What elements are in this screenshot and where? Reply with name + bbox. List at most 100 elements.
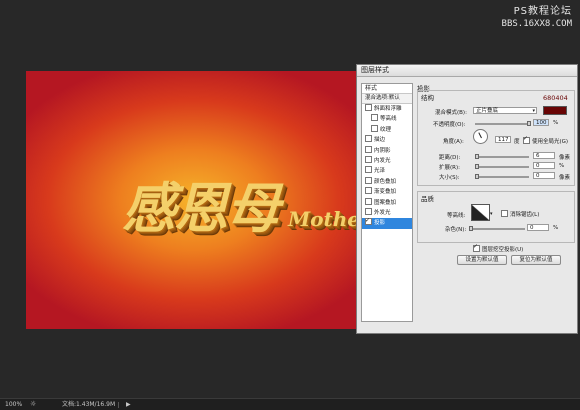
watermark-title: PS教程论坛 (513, 6, 572, 17)
styles-list: 样式 混合选项:默认 斜面和浮雕等高线纹理描边内阴影内发光光泽 颜色叠加渐变叠加图… (361, 83, 413, 322)
checkbox-unchecked-icon[interactable] (365, 176, 372, 184)
distance-slider-knob[interactable] (475, 154, 479, 159)
contour-label: 等高线: (447, 213, 466, 219)
noise-label: 杂色(N): (445, 227, 467, 233)
style-item[interactable]: 纹理 (362, 124, 412, 135)
style-item-label: 描边 (374, 137, 386, 144)
checkbox-unchecked-icon[interactable] (371, 124, 378, 132)
distance-slider[interactable] (475, 154, 529, 159)
checkbox-unchecked-icon[interactable] (365, 197, 372, 205)
style-item[interactable]: 等高线 (362, 114, 412, 124)
status-menu-arrow-icon[interactable]: ▶ (126, 399, 131, 410)
status-divider (118, 402, 119, 408)
style-item[interactable]: 渐变叠加 (362, 187, 412, 197)
spread-slider[interactable] (475, 164, 529, 169)
structure-title: 结构 (421, 94, 434, 102)
style-item-label: 斜面和浮雕 (374, 106, 402, 112)
checkbox-checked-icon[interactable] (365, 216, 372, 227)
angle-input[interactable]: 117 (495, 136, 511, 143)
style-item-label: 等高线 (380, 116, 397, 123)
reset-default-button[interactable]: 复位为默认值 (511, 255, 561, 265)
checkbox-unchecked-icon[interactable] (365, 187, 372, 195)
quality-title: 品质 (421, 195, 434, 203)
distance-input[interactable]: 6 (533, 152, 555, 159)
style-item[interactable]: 图案叠加 (362, 197, 412, 208)
checkbox-unchecked-icon[interactable] (371, 114, 378, 122)
spread-slider-knob[interactable] (475, 164, 479, 169)
contour-picker[interactable] (471, 204, 490, 221)
blend-options-item[interactable]: 混合选项:默认 (362, 94, 412, 104)
watermark-url: BBS.16XX8.COM (501, 19, 572, 29)
style-item-label: 图案叠加 (374, 199, 397, 206)
artwork-title-text: 感恩母 (122, 176, 280, 240)
style-item-label: 内发光 (374, 157, 391, 164)
checkbox-unchecked-icon[interactable] (365, 166, 372, 174)
status-bar: 100% ☼ 文档:1.43M/16.9M ▶ (0, 398, 580, 410)
shadow-color-swatch[interactable] (543, 106, 567, 115)
style-item[interactable]: 颜色叠加 (362, 176, 412, 187)
spread-unit: % (559, 163, 565, 169)
checkbox-unchecked-icon (501, 210, 508, 217)
angle-label: 角度(A): (443, 139, 464, 145)
opacity-unit: % (553, 120, 559, 126)
noise-input[interactable]: 0 (527, 224, 549, 231)
style-item-label: 纹理 (380, 126, 392, 133)
blend-mode-label: 混合模式(B): (435, 110, 467, 116)
opacity-input[interactable]: 100 (533, 119, 549, 126)
checkbox-unchecked-icon[interactable] (365, 207, 372, 215)
size-slider-knob[interactable] (475, 174, 479, 179)
global-light-checkbox[interactable]: 使用全局光(G) (523, 135, 569, 145)
style-item-label: 渐变叠加 (374, 189, 397, 196)
noise-slider-knob[interactable] (469, 226, 473, 231)
zoom-level[interactable]: 100% (5, 399, 22, 410)
knockout-label: 图层挖空投影(U) (482, 247, 524, 253)
contour-preview-icon (472, 205, 489, 220)
spread-input[interactable]: 0 (533, 162, 555, 169)
global-light-label: 使用全局光(G) (532, 139, 569, 145)
style-item[interactable]: 投影 (362, 216, 412, 229)
angle-unit: 度 (514, 139, 520, 145)
blend-mode-select[interactable]: 正片叠底 ▾ (473, 107, 537, 114)
checkbox-unchecked-icon[interactable] (365, 145, 372, 153)
document-size: 文档:1.43M/16.9M (62, 401, 116, 408)
noise-slider[interactable] (469, 226, 525, 231)
make-default-button[interactable]: 设置为默认值 (457, 255, 507, 265)
forum-watermark: PS教程论坛 BBS.16XX8.COM (502, 5, 572, 31)
quality-group (417, 191, 575, 243)
styles-header[interactable]: 样式 (362, 84, 412, 94)
style-item[interactable]: 斜面和浮雕 (362, 104, 412, 114)
style-item-label: 内阴影 (374, 147, 391, 154)
layer-style-dialog: 图层样式 样式 混合选项:默认 斜面和浮雕等高线纹理描边内阴影内发光光泽 颜色叠加… (356, 64, 578, 334)
dialog-title[interactable]: 图层样式 (357, 65, 577, 77)
checkbox-unchecked-icon[interactable] (365, 155, 372, 163)
spread-label: 扩展(R): (439, 165, 460, 171)
status-options-icon[interactable]: ☼ (30, 399, 36, 410)
color-hex-label: 680404 (543, 94, 568, 102)
angle-dial[interactable] (473, 129, 488, 144)
opacity-slider-knob[interactable] (527, 121, 531, 126)
style-item-label: 投影 (374, 220, 386, 227)
antialias-checkbox[interactable]: 消除锯齿(L) (501, 210, 539, 218)
checkbox-checked-icon (473, 243, 480, 252)
checkbox-unchecked-icon[interactable] (365, 135, 372, 143)
checkbox-checked-icon (523, 135, 530, 144)
opacity-slider[interactable] (475, 121, 531, 126)
contour-chevron-icon[interactable]: ▾ (490, 211, 493, 217)
style-item-label: 光泽 (374, 168, 386, 175)
distance-label: 距离(D): (439, 155, 461, 161)
distance-unit: 像素 (559, 155, 571, 161)
style-item[interactable]: 内阴影 (362, 145, 412, 156)
style-item[interactable]: 光泽 (362, 166, 412, 176)
knockout-checkbox[interactable]: 图层挖空投影(U) (473, 243, 524, 253)
artwork-sub-text: Mothe (288, 207, 360, 231)
checkbox-unchecked-icon[interactable] (365, 104, 372, 111)
blend-mode-value: 正片叠底 (476, 108, 499, 114)
style-item[interactable]: 内发光 (362, 155, 412, 166)
size-unit: 像素 (559, 175, 571, 181)
size-input[interactable]: 0 (533, 172, 555, 179)
document-canvas[interactable]: 感恩母 Mothe (26, 71, 361, 329)
size-slider[interactable] (475, 174, 529, 179)
style-item[interactable]: 描边 (362, 135, 412, 145)
size-label: 大小(S): (439, 175, 460, 181)
angle-dial-needle (478, 132, 482, 139)
